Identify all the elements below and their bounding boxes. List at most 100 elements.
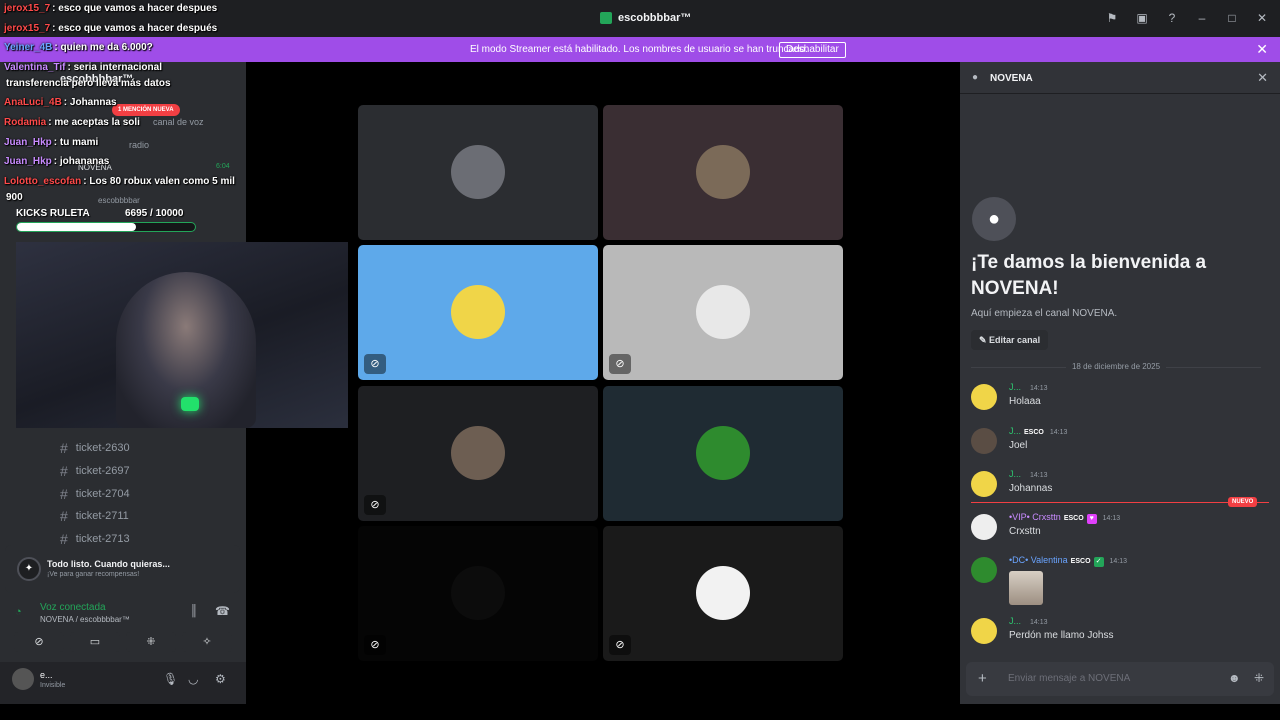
participant-tile[interactable]: ⊘: [603, 386, 843, 521]
message-author[interactable]: J... ESCO 14:13: [1009, 426, 1067, 436]
noise-suppression-icon[interactable]: ║: [190, 605, 198, 617]
quest-icon: ✦: [17, 557, 41, 581]
avatar[interactable]: [971, 471, 997, 497]
edit-channel-button[interactable]: ✎ Editar canal: [971, 330, 1049, 350]
image-attachment[interactable]: [1009, 571, 1043, 605]
new-messages-badge: NUEVO: [1228, 497, 1258, 507]
bottom-strip: [0, 704, 1280, 720]
chat-user: Valentina_Tif: [4, 62, 66, 73]
channel-ticket-2704[interactable]: # ticket-2704: [60, 486, 130, 502]
channel-label: ticket-2704: [75, 488, 130, 500]
voice-stage: ⊘ ⊘ ⊘ ⊘ ⊘ ⊘ ⊘ ⊘: [246, 62, 954, 704]
role-tag: ESCO: [1024, 429, 1044, 436]
message-time: 14:13: [1030, 472, 1048, 479]
chat-text: : quien me da 6.000?: [54, 42, 153, 53]
soundboard-button[interactable]: ✧: [182, 632, 232, 652]
avatar[interactable]: [971, 618, 997, 644]
camera-off-button[interactable]: ⊘: [14, 632, 64, 652]
screen-share-button[interactable]: ▭: [70, 632, 120, 652]
author-name: J...: [1009, 469, 1022, 479]
chat-text: : esco que vamos a hacer despues: [52, 3, 218, 14]
channel-ticket-2630[interactable]: # ticket-2630: [60, 440, 130, 456]
avatar[interactable]: [971, 557, 997, 583]
message-text: Holaaa: [1009, 396, 1041, 407]
help-icon[interactable]: ?: [1164, 10, 1180, 26]
participant-tile[interactable]: ⊘: [603, 245, 843, 380]
edit-channel-label: Editar canal: [989, 335, 1041, 345]
channel-ticket-2711[interactable]: # ticket-2711: [60, 508, 129, 524]
server-logo-icon: [600, 12, 612, 24]
avatar: [696, 285, 750, 339]
chat-line: 900: [4, 192, 23, 203]
participant-tile[interactable]: ⊘: [603, 105, 843, 240]
disconnect-icon[interactable]: ☎: [215, 604, 230, 618]
chat-line: Juan_Hkp: tu mami: [4, 137, 98, 148]
muted-icon: ⊘: [609, 635, 631, 655]
channel-label: ticket-2697: [75, 465, 130, 477]
message-time: 14:13: [1109, 558, 1128, 565]
check-badge-icon: ✓: [1093, 557, 1104, 567]
pencil-icon: ✎: [979, 335, 990, 345]
minimize-icon[interactable]: –: [1194, 10, 1210, 26]
message-text: Crxsttn: [1009, 526, 1041, 537]
message-time: 14:13: [1102, 515, 1121, 522]
chat-line: Lolotto_escofan: Los 80 robux valen como…: [4, 176, 235, 187]
heart-badge-icon: ♥: [1086, 514, 1097, 524]
hash-icon: #: [60, 463, 68, 479]
message-author[interactable]: J... 14:13: [1009, 616, 1048, 626]
chat-user: Juan_Hkp: [4, 156, 52, 167]
chat-text: : seria internacional: [67, 62, 162, 73]
close-window-icon[interactable]: ✕: [1254, 10, 1270, 26]
app-title: escobbbbar™: [600, 12, 691, 24]
participant-tile[interactable]: ⊘: [358, 105, 598, 240]
microphone-icon[interactable]: 🎙: [163, 672, 178, 686]
activities-button[interactable]: ⁜: [126, 632, 176, 652]
avatar[interactable]: [971, 428, 997, 454]
chat-bubble-icon: ●: [972, 72, 979, 83]
promo-card[interactable]: ✦ Todo listo. Cuando quieras... ¡Ve para…: [5, 545, 240, 593]
channel-ticket-2697[interactable]: # ticket-2697: [60, 463, 130, 479]
close-banner-icon[interactable]: ✕: [1256, 41, 1268, 58]
welcome-subtitle: Aquí empieza el canal NOVENA.: [971, 308, 1118, 319]
disable-streamer-button[interactable]: Deshabilitar: [779, 42, 846, 58]
message-input[interactable]: Enviar mensaje a NOVENA: [1008, 673, 1130, 684]
chat-user: Yeiner_4B: [4, 42, 53, 53]
gear-icon[interactable]: ⚙: [215, 672, 226, 686]
avatar: [696, 566, 750, 620]
avatar[interactable]: [12, 668, 34, 690]
message-author[interactable]: J... 14:13: [1009, 382, 1048, 392]
avatar[interactable]: [971, 514, 997, 540]
date-divider: 18 de diciembre de 2025: [971, 362, 1261, 371]
avatar[interactable]: [971, 384, 997, 410]
panel-header: ● NOVENA ✕: [960, 62, 1280, 94]
user-status: Invisible: [40, 682, 66, 689]
close-icon[interactable]: ✕: [1257, 70, 1268, 86]
promo-subtitle: ¡Ve para ganar recompensas!: [47, 571, 140, 578]
apps-icon[interactable]: ⁜: [1254, 671, 1264, 685]
headphones-icon[interactable]: ◡: [188, 672, 198, 686]
message-author[interactable]: •VIP• Crxsttn ESCO ♥ 14:13: [1009, 512, 1120, 524]
message-composer[interactable]: + Enviar mensaje a NOVENA ☻ ⁜: [966, 662, 1274, 696]
streamer-webcam-overlay: [16, 242, 348, 428]
participant-tile[interactable]: ⊘: [603, 526, 843, 661]
flag-icon[interactable]: ⚑: [1104, 10, 1120, 26]
stream-chat-overlay: jerox15_7: esco que vamos a hacer despue…: [0, 0, 246, 240]
maximize-icon[interactable]: □: [1224, 10, 1240, 26]
chat-text: : esco que vamos a hacer después: [52, 23, 218, 34]
chat-user: AnaLuci_4B: [4, 97, 62, 108]
voice-status[interactable]: Voz conectada: [40, 602, 106, 613]
kicks-progress-bar: [16, 222, 196, 232]
participant-tile[interactable]: ⊘: [358, 386, 598, 521]
participant-tile[interactable]: ⊘: [358, 245, 598, 380]
message-author[interactable]: •DC• Valentina ESCO ✓ 14:13: [1009, 555, 1127, 567]
participant-tile[interactable]: ⊘: [358, 526, 598, 661]
chat-user: jerox15_7: [4, 23, 51, 34]
message-author[interactable]: J... 14:13: [1009, 469, 1048, 479]
muted-icon: ⊘: [364, 495, 386, 515]
emoji-icon[interactable]: ☻: [1228, 671, 1241, 685]
plus-icon[interactable]: +: [978, 670, 987, 687]
kicks-progress-fill: [17, 223, 137, 231]
chat-text: : Johannas: [63, 97, 117, 108]
banner-text: El modo Streamer está habilitado. Los no…: [470, 44, 808, 55]
inbox-icon[interactable]: ▣: [1134, 10, 1150, 26]
